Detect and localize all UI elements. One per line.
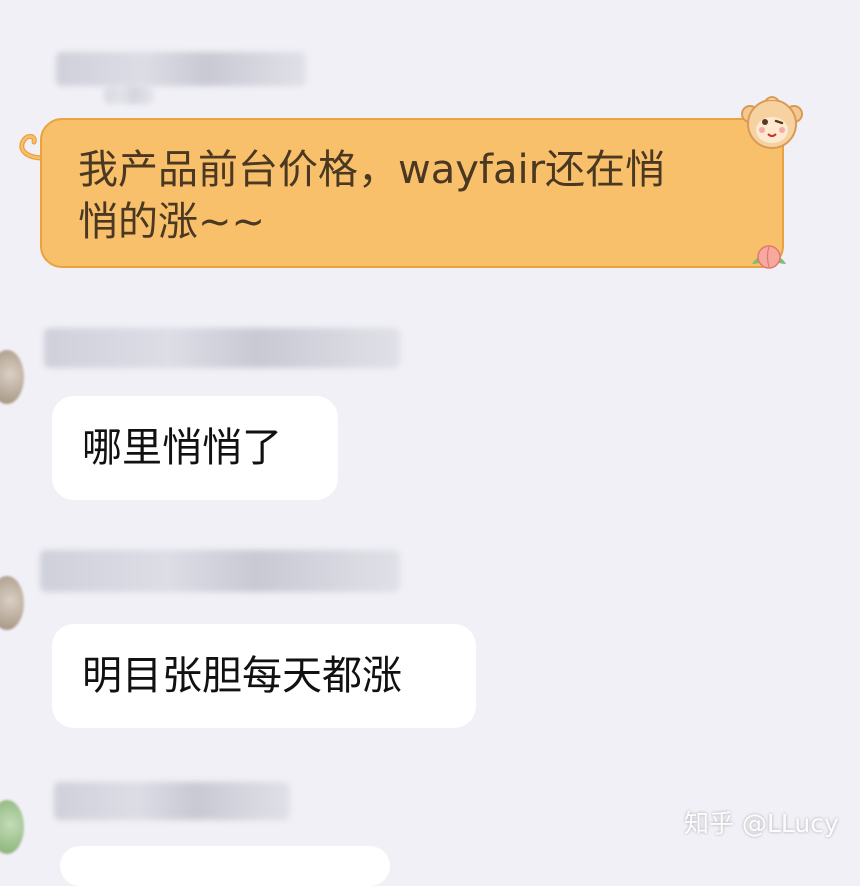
message-text: 明目张胆每天都涨 [82,653,402,699]
message-text: 我产品前台价格，wayfair还在悄 悄的涨~~ [78,147,666,245]
message-bubble[interactable]: 我产品前台价格，wayfair还在悄 悄的涨~~ [40,118,784,268]
avatar[interactable] [0,350,24,404]
sender-tag-blurred [104,86,154,104]
message-text: 哪里悄悄了 [82,425,282,471]
sender-name-blurred [44,328,400,368]
message-bubble[interactable] [60,846,390,886]
avatar[interactable] [0,576,24,630]
message-bubble[interactable]: 哪里悄悄了 [52,396,338,500]
avatar[interactable] [0,800,24,854]
message-bubble[interactable]: 明目张胆每天都涨 [52,624,476,728]
sender-name-blurred [54,782,290,820]
watermark: 知乎 @LLucy [684,809,839,838]
monkey-sticker-icon [741,96,803,149]
sender-name-blurred [56,52,306,86]
sender-name-blurred [40,550,400,592]
peach-icon [752,245,786,269]
